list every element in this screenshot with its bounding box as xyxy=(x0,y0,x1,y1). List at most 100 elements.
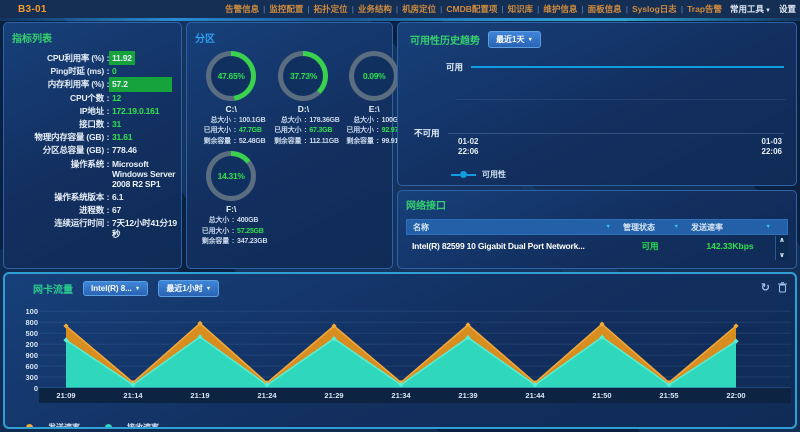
column-header-label: 管理状态 xyxy=(623,222,655,233)
menu-item[interactable]: 监控配置 xyxy=(268,3,304,15)
availability-panel: 可用性历史趋势 最近1天 ▼ 可用 不可用 01-02 22:06 01-03 … xyxy=(397,22,797,186)
metric-label: 操作系统 xyxy=(12,159,104,190)
legend-dot-icon xyxy=(105,424,112,429)
metric-separator: : xyxy=(104,119,112,129)
unavailable-label: 不可用 xyxy=(414,127,440,139)
partition-donut-chart: 37.73% xyxy=(278,51,328,101)
detail-separator: : xyxy=(229,216,237,225)
menu-separator: | xyxy=(626,5,628,14)
topbar: B3-01 告警信息|监控配置|拓扑定位|业务结构|机房定位|CMDB配置项|知… xyxy=(0,0,800,18)
detail-separator: : xyxy=(301,137,309,146)
metric-label: 内存利用率 (%) xyxy=(12,79,104,89)
menu-item[interactable]: 机房定位 xyxy=(401,3,437,15)
column-header-0[interactable]: 名称▼ xyxy=(407,222,617,233)
partition-item: 47.65%C:\总大小:100.1GB已用大小:47.7GB剩余容量:52.4… xyxy=(195,51,267,146)
traffic-legend-item[interactable]: 接收速率 xyxy=(96,422,159,429)
legend-line xyxy=(451,174,460,176)
menu-item[interactable]: 业务结构 xyxy=(357,3,393,15)
legend-line xyxy=(112,427,121,429)
menu-item[interactable]: Trap告警 xyxy=(686,3,723,15)
partition-details: 总大小:178.36GB已用大小:67.3GB剩余容量:112.11GB xyxy=(267,116,339,146)
menu-separator: | xyxy=(501,5,503,14)
delete-icon[interactable] xyxy=(778,282,787,296)
metric-separator: : xyxy=(104,192,112,202)
metric-value: Microsoft Windows Server 2008 R2 SP1 xyxy=(112,159,177,190)
menu-separator: | xyxy=(440,5,442,14)
detail-separator: : xyxy=(231,126,239,135)
detail-label: 总大小 xyxy=(340,116,374,125)
partition-percent: 37.73% xyxy=(278,51,328,101)
network-table: 名称▼管理状态▼发送速率▼ Intel(R) 82599 10 Gigabit … xyxy=(406,219,788,257)
partition-detail-row: 总大小:100.1GB xyxy=(197,116,266,125)
sort-down-icon: ▼ xyxy=(766,224,771,230)
metric-separator: : xyxy=(104,66,112,76)
traffic-range-dropdown[interactable]: 最近1小时 ▼ xyxy=(158,280,219,297)
metric-label: 分区总容量 (GB) xyxy=(12,145,104,155)
partitions-panel-title: 分区 xyxy=(195,30,388,45)
metric-row: 内存利用率 (%):57.2 xyxy=(12,79,177,89)
detail-label: 剩余容量 xyxy=(267,137,301,146)
menu-item[interactable]: 面板信息 xyxy=(587,3,623,15)
menu-item[interactable]: 知识库 xyxy=(507,3,535,15)
nic-select-dropdown[interactable]: Intel(R) 8... ▼ xyxy=(83,281,148,296)
metric-separator: : xyxy=(104,132,112,142)
x-tick-label: 21:39 xyxy=(444,391,492,400)
tools-menu[interactable]: 常用工具▼ xyxy=(730,3,771,15)
metric-value: 31.61 xyxy=(112,132,177,142)
metric-value: 31 xyxy=(112,119,177,129)
menu-item[interactable]: Syslog日志 xyxy=(631,3,678,15)
menu-item[interactable]: CMDB配置项 xyxy=(445,3,498,15)
detail-value: 57.25GB xyxy=(237,227,264,236)
partition-name: D:\ xyxy=(298,104,309,114)
traffic-legend-item[interactable]: 发送速率 xyxy=(17,422,80,429)
detail-separator: : xyxy=(301,126,309,135)
y-tick-label: 200 xyxy=(7,340,38,349)
traffic-panel-title: 网卡流量 xyxy=(33,281,73,296)
sort-down-icon: ▼ xyxy=(606,224,611,230)
detail-label: 总大小 xyxy=(267,116,301,125)
y-tick-label: 800 xyxy=(7,318,38,327)
metric-row: 操作系统:Microsoft Windows Server 2008 R2 SP… xyxy=(12,159,177,190)
partition-detail-row: 已用大小:47.7GB xyxy=(197,126,266,135)
availability-legend[interactable]: 可用性 xyxy=(451,169,506,180)
menu-item[interactable]: 维护信息 xyxy=(542,3,578,15)
legend-label: 接收速率 xyxy=(127,422,159,429)
metric-separator: : xyxy=(104,159,112,190)
detail-label: 总大小 xyxy=(195,216,229,225)
metric-label: 进程数 xyxy=(12,205,104,215)
network-panel-title: 网络接口 xyxy=(406,197,788,212)
detail-label: 剩余容量 xyxy=(197,137,231,146)
partition-details: 总大小:400GB已用大小:57.25GB剩余容量:347.23GB xyxy=(195,216,267,246)
partition-detail-row: 已用大小:57.25GB xyxy=(195,227,267,236)
availability-range-dropdown[interactable]: 最近1天 ▼ xyxy=(488,31,541,48)
detail-value: 347.23GB xyxy=(237,237,267,246)
network-table-body: Intel(R) 82599 10 Gigabit Dual Port Netw… xyxy=(406,235,788,257)
table-scrollbar[interactable]: ∧ ∨ xyxy=(775,236,788,260)
column-header-1[interactable]: 管理状态▼ xyxy=(617,222,685,233)
availability-axis: 01-02 22:06 01-03 22:06 xyxy=(458,137,782,158)
metric-value: 0 xyxy=(112,66,177,76)
metric-separator: : xyxy=(104,205,112,215)
detail-value: 67.3GB xyxy=(309,126,332,135)
metric-label: CPU利用率 (%) xyxy=(12,53,104,63)
partition-donut-chart: 0.09% xyxy=(349,51,399,101)
y-tick-label: 0 xyxy=(7,384,38,393)
scroll-up-icon[interactable]: ∧ xyxy=(779,237,785,244)
traffic-area-chart xyxy=(39,304,791,388)
settings-menu[interactable]: 设置 xyxy=(779,3,796,15)
available-row: 可用 xyxy=(446,61,784,73)
metric-value: 778.46 xyxy=(112,145,177,155)
menu-item[interactable]: 告警信息 xyxy=(224,3,260,15)
column-header-2[interactable]: 发送速率▼ xyxy=(685,222,777,233)
chevron-down-icon: ▼ xyxy=(527,37,532,43)
x-tick-label: 21:50 xyxy=(578,391,626,400)
scroll-down-icon[interactable]: ∨ xyxy=(779,252,785,259)
axis-start-time: 01-02 22:06 xyxy=(458,137,478,158)
detail-separator: : xyxy=(374,126,382,135)
metric-value: 12 xyxy=(112,93,177,103)
menu-item[interactable]: 拓扑定位 xyxy=(313,3,349,15)
refresh-icon[interactable]: ↻ xyxy=(761,283,770,294)
table-row[interactable]: Intel(R) 82599 10 Gigabit Dual Port Netw… xyxy=(406,235,788,257)
legend-line xyxy=(96,427,105,429)
metric-row: CPU个数:12 xyxy=(12,93,177,103)
